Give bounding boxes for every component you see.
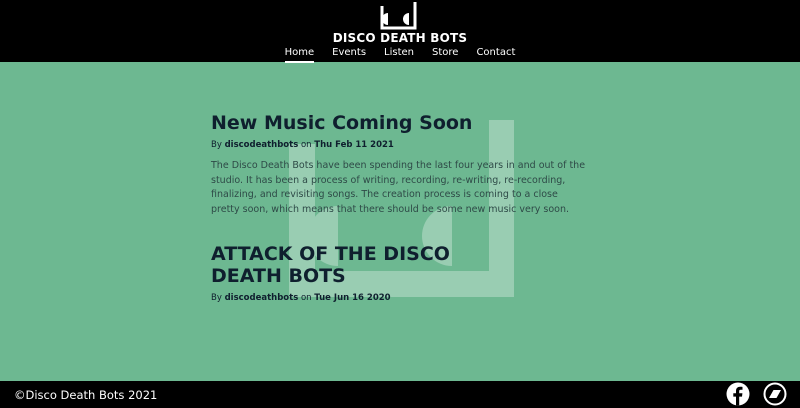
copyright-text: ©Disco Death Bots 2021: [14, 388, 158, 402]
facebook-icon[interactable]: [726, 382, 750, 406]
meta-by: By: [211, 140, 222, 150]
post-date: Tue Jun 16 2020: [314, 293, 391, 303]
post-author: discodeathbots: [224, 140, 299, 150]
post-title[interactable]: New Music Coming Soon: [211, 112, 591, 134]
meta-by: By: [211, 293, 222, 303]
post-new-music: New Music Coming Soon By discodeathbots …: [211, 112, 591, 217]
meta-on: on: [300, 293, 312, 303]
site-header: DISCO DEATH BOTS Home Events Listen Stor…: [0, 0, 800, 63]
nav-listen[interactable]: Listen: [384, 47, 414, 63]
nav-home[interactable]: Home: [284, 47, 315, 63]
post-meta: By discodeathbots on Tue Jun 16 2020: [211, 293, 591, 303]
meta-on: on: [300, 140, 312, 150]
post-attack: ATTACK OF THE DISCO DEATH BOTS By discod…: [211, 243, 591, 303]
nav-contact[interactable]: Contact: [476, 47, 515, 63]
post-author: discodeathbots: [224, 293, 299, 303]
post-title[interactable]: ATTACK OF THE DISCO DEATH BOTS: [211, 243, 471, 287]
main-nav: Home Events Listen Store Contact: [0, 47, 800, 63]
post-excerpt: The Disco Death Bots have been spending …: [211, 160, 586, 215]
disco-death-bots-logo[interactable]: [379, 1, 419, 30]
post-meta: By discodeathbots on Thu Feb 11 2021: [211, 140, 591, 150]
posts-list: New Music Coming Soon By discodeathbots …: [211, 112, 591, 303]
site-title[interactable]: DISCO DEATH BOTS: [0, 31, 800, 45]
site-footer: ©Disco Death Bots 2021: [0, 381, 800, 408]
bandcamp-icon[interactable]: [763, 382, 787, 406]
nav-events[interactable]: Events: [332, 47, 366, 63]
post-date: Thu Feb 11 2021: [314, 140, 394, 150]
nav-store[interactable]: Store: [432, 47, 458, 63]
